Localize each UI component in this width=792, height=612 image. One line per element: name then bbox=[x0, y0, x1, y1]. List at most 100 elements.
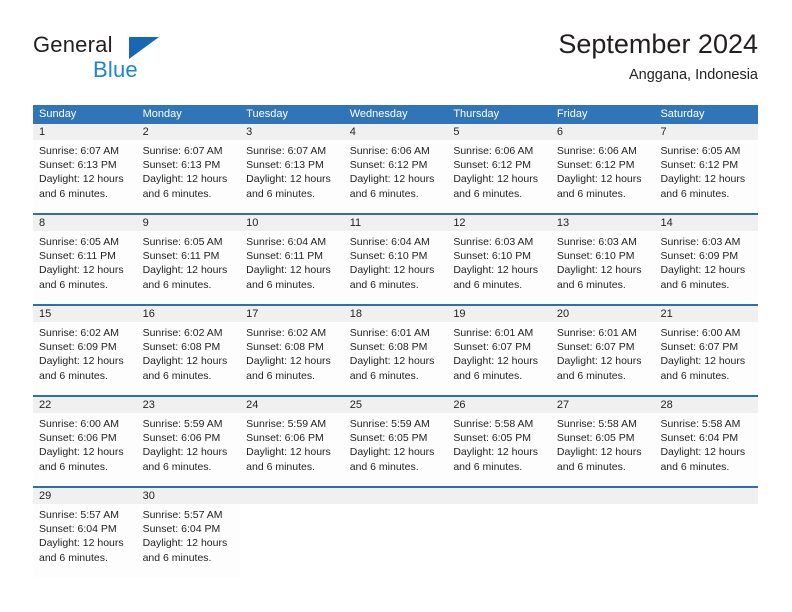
day-number[interactable]: 8 bbox=[33, 215, 137, 231]
day-cell[interactable]: Sunrise: 6:01 AM Sunset: 6:08 PM Daylight:… bbox=[344, 322, 448, 395]
daylight-text: Daylight: 12 hours and 6 minutes. bbox=[349, 355, 435, 382]
day-number-empty bbox=[240, 488, 344, 504]
day-cell[interactable]: Sunrise: 6:02 AM Sunset: 6:08 PM Daylight:… bbox=[240, 322, 344, 395]
day-number[interactable]: 3 bbox=[240, 124, 344, 140]
sunset-text: Sunset: 6:12 PM bbox=[453, 159, 531, 172]
day-cell[interactable]: Sunrise: 6:05 AM Sunset: 6:11 PM Daylight:… bbox=[33, 231, 137, 304]
day-cell[interactable]: Sunrise: 6:01 AM Sunset: 6:07 PM Daylight:… bbox=[447, 322, 551, 395]
day-cell[interactable]: Sunrise: 6:02 AM Sunset: 6:09 PM Daylight:… bbox=[33, 322, 137, 395]
sunrise-text: Sunrise: 6:05 AM bbox=[142, 236, 223, 248]
day-cell[interactable]: Sunrise: 6:00 AM Sunset: 6:07 PM Daylight:… bbox=[654, 322, 758, 395]
day-cell[interactable]: Sunrise: 5:58 AM Sunset: 6:05 PM Daylight:… bbox=[447, 413, 551, 486]
day-number[interactable]: 19 bbox=[447, 306, 551, 322]
day-cell[interactable]: Sunrise: 5:57 AM Sunset: 6:04 PM Daylight:… bbox=[33, 504, 137, 577]
sunset-text: Sunset: 6:04 PM bbox=[39, 523, 117, 536]
day-cell[interactable]: Sunrise: 5:58 AM Sunset: 6:05 PM Daylight:… bbox=[551, 413, 655, 486]
day-number-band: 22 23 24 25 26 27 28 bbox=[33, 397, 758, 413]
day-number[interactable]: 25 bbox=[344, 397, 448, 413]
day-number[interactable]: 11 bbox=[344, 215, 448, 231]
daylight-text: Daylight: 12 hours and 6 minutes. bbox=[349, 446, 435, 473]
day-number[interactable]: 14 bbox=[654, 215, 758, 231]
sunrise-text: Sunrise: 5:58 AM bbox=[660, 418, 741, 430]
day-cell[interactable]: Sunrise: 5:58 AM Sunset: 6:04 PM Daylight:… bbox=[654, 413, 758, 486]
day-cell[interactable]: Sunrise: 6:07 AM Sunset: 6:13 PM Daylight:… bbox=[137, 140, 241, 213]
day-number[interactable]: 9 bbox=[137, 215, 241, 231]
day-cell[interactable]: Sunrise: 6:06 AM Sunset: 6:12 PM Daylight:… bbox=[447, 140, 551, 213]
day-number[interactable]: 10 bbox=[240, 215, 344, 231]
sunset-text: Sunset: 6:12 PM bbox=[556, 159, 635, 172]
weekday-header-saturday: Saturday bbox=[660, 108, 705, 120]
sunset-text: Sunset: 6:07 PM bbox=[556, 341, 635, 354]
generalblue-logo[interactable]: General Blue bbox=[33, 32, 213, 84]
sunset-text: Sunset: 6:13 PM bbox=[142, 159, 221, 172]
day-number[interactable]: 24 bbox=[240, 397, 344, 413]
blue-triangle-icon bbox=[129, 37, 159, 59]
sunset-text: Sunset: 6:13 PM bbox=[246, 159, 324, 172]
day-cell[interactable]: Sunrise: 6:00 AM Sunset: 6:06 PM Daylight:… bbox=[33, 413, 137, 486]
day-number[interactable]: 13 bbox=[551, 215, 655, 231]
day-cell[interactable]: Sunrise: 6:03 AM Sunset: 6:10 PM Daylight:… bbox=[551, 231, 655, 304]
day-detail-band: Sunrise: 5:57 AM Sunset: 6:04 PM Daylight:… bbox=[33, 504, 759, 577]
calendar-week-row: 8 9 10 11 12 13 14 Sunrise: 6:05 AM Sunset: 6:11… bbox=[33, 213, 758, 304]
day-number[interactable]: 1 bbox=[33, 124, 137, 140]
day-number[interactable]: 2 bbox=[137, 124, 241, 140]
sunrise-text: Sunrise: 6:01 AM bbox=[556, 327, 637, 339]
day-cell[interactable]: Sunrise: 6:01 AM Sunset: 6:07 PM Daylight:… bbox=[551, 322, 655, 395]
day-cell[interactable]: Sunrise: 5:59 AM Sunset: 6:06 PM Daylight:… bbox=[137, 413, 241, 486]
day-cell[interactable]: Sunrise: 5:57 AM Sunset: 6:04 PM Daylight:… bbox=[137, 504, 241, 577]
logo-text-blue: Blue bbox=[93, 57, 138, 82]
day-cell-empty bbox=[550, 504, 655, 577]
day-cell[interactable]: Sunrise: 6:07 AM Sunset: 6:13 PM Daylight:… bbox=[33, 140, 137, 213]
daylight-text: Daylight: 12 hours and 6 minutes. bbox=[142, 355, 228, 382]
day-number[interactable]: 30 bbox=[137, 488, 241, 504]
day-number[interactable]: 16 bbox=[137, 306, 241, 322]
day-cell[interactable]: Sunrise: 6:04 AM Sunset: 6:11 PM Daylight:… bbox=[240, 231, 344, 304]
daylight-text: Daylight: 12 hours and 6 minutes. bbox=[142, 173, 228, 200]
day-cell[interactable]: Sunrise: 6:06 AM Sunset: 6:12 PM Daylight:… bbox=[551, 140, 655, 213]
title-block: September 2024 Anggana, Indonesia bbox=[558, 28, 758, 85]
day-number[interactable]: 17 bbox=[240, 306, 344, 322]
day-detail-band: Sunrise: 6:07 AM Sunset: 6:13 PM Daylight:… bbox=[33, 140, 758, 213]
day-cell[interactable]: Sunrise: 5:59 AM Sunset: 6:06 PM Daylight:… bbox=[240, 413, 344, 486]
day-number[interactable]: 6 bbox=[551, 124, 655, 140]
day-cell-empty bbox=[343, 504, 448, 577]
sunset-text: Sunset: 6:07 PM bbox=[453, 341, 531, 354]
sunset-text: Sunset: 6:11 PM bbox=[246, 250, 324, 263]
sunset-text: Sunset: 6:10 PM bbox=[453, 250, 531, 263]
day-number[interactable]: 28 bbox=[654, 397, 758, 413]
day-cell[interactable]: Sunrise: 6:06 AM Sunset: 6:12 PM Daylight:… bbox=[344, 140, 448, 213]
logo-text-general: General bbox=[33, 32, 113, 57]
calendar-weeks: 1 2 3 4 5 6 7 Sunrise: 6:07 AM Sunset: 6:13 PM Da… bbox=[33, 124, 759, 577]
day-number[interactable]: 5 bbox=[447, 124, 551, 140]
sunset-text: Sunset: 6:06 PM bbox=[246, 432, 324, 445]
sunrise-text: Sunrise: 6:03 AM bbox=[556, 236, 637, 248]
day-cell[interactable]: Sunrise: 6:05 AM Sunset: 6:11 PM Daylight:… bbox=[137, 231, 241, 304]
day-number[interactable]: 29 bbox=[33, 488, 137, 504]
sunset-text: Sunset: 6:12 PM bbox=[660, 159, 739, 172]
sunset-text: Sunset: 6:10 PM bbox=[556, 250, 635, 263]
daylight-text: Daylight: 12 hours and 6 minutes. bbox=[660, 173, 746, 200]
day-cell[interactable]: Sunrise: 6:03 AM Sunset: 6:10 PM Daylight:… bbox=[447, 231, 551, 304]
day-number[interactable]: 21 bbox=[654, 306, 758, 322]
weekday-header-tuesday: Tuesday bbox=[246, 108, 288, 120]
day-number[interactable]: 18 bbox=[344, 306, 448, 322]
sunrise-text: Sunrise: 5:57 AM bbox=[39, 509, 119, 521]
day-number[interactable]: 22 bbox=[33, 397, 137, 413]
day-cell[interactable]: Sunrise: 6:07 AM Sunset: 6:13 PM Daylight:… bbox=[240, 140, 344, 213]
day-cell[interactable]: Sunrise: 6:02 AM Sunset: 6:08 PM Daylight:… bbox=[137, 322, 241, 395]
day-number[interactable]: 20 bbox=[551, 306, 655, 322]
day-cell[interactable]: Sunrise: 6:05 AM Sunset: 6:12 PM Daylight:… bbox=[654, 140, 758, 213]
day-number[interactable]: 12 bbox=[447, 215, 551, 231]
day-cell[interactable]: Sunrise: 6:03 AM Sunset: 6:09 PM Daylight:… bbox=[654, 231, 758, 304]
weekday-header-monday: Monday bbox=[142, 108, 182, 120]
day-cell[interactable]: Sunrise: 5:59 AM Sunset: 6:05 PM Daylight:… bbox=[344, 413, 448, 486]
sunset-text: Sunset: 6:09 PM bbox=[660, 250, 739, 263]
day-cell[interactable]: Sunrise: 6:04 AM Sunset: 6:10 PM Daylight:… bbox=[344, 231, 448, 304]
day-number[interactable]: 15 bbox=[33, 306, 137, 322]
day-number[interactable]: 7 bbox=[654, 124, 758, 140]
day-number[interactable]: 23 bbox=[137, 397, 241, 413]
sunset-text: Sunset: 6:11 PM bbox=[142, 250, 220, 263]
day-number[interactable]: 4 bbox=[344, 124, 448, 140]
day-number[interactable]: 26 bbox=[447, 397, 551, 413]
day-number[interactable]: 27 bbox=[551, 397, 655, 413]
